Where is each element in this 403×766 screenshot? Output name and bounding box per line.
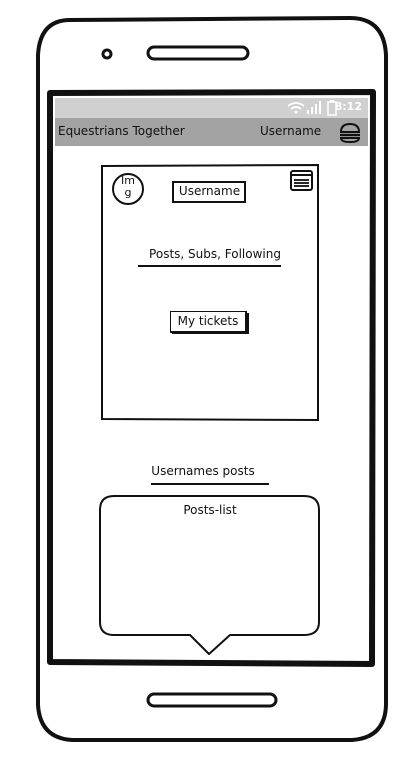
hamburger-icon[interactable] xyxy=(338,122,362,144)
posts-list-label: Posts-list xyxy=(183,503,237,517)
status-time: 8:12 xyxy=(334,100,362,113)
posts-heading: Usernames posts xyxy=(151,464,255,478)
header-username[interactable]: Username xyxy=(260,124,321,138)
avatar-label-line2: g xyxy=(124,186,132,199)
signal-icon xyxy=(307,101,321,114)
stats-underline xyxy=(138,265,281,267)
profile-stats: Posts, Subs, Following xyxy=(149,247,281,261)
avatar[interactable]: Im g xyxy=(112,173,144,205)
username-button-label: Username xyxy=(178,184,241,198)
posts-list[interactable]: Posts-list xyxy=(98,494,322,657)
my-tickets-button-label: My tickets xyxy=(177,314,239,328)
posts-heading-underline xyxy=(151,483,269,485)
profile-card: Im g Username Posts, Subs, Following My … xyxy=(101,164,319,421)
my-tickets-button[interactable]: My tickets xyxy=(170,311,250,335)
app-bar: Equestrians Together Username xyxy=(55,118,368,146)
avatar-label: Im g xyxy=(112,175,144,199)
posts-list-bubble xyxy=(99,495,320,655)
status-bar: 8:12 xyxy=(55,98,368,118)
card-menu-icon[interactable] xyxy=(290,170,314,192)
app-title: Equestrians Together xyxy=(58,124,185,138)
wifi-icon xyxy=(287,102,305,114)
username-button[interactable]: Username xyxy=(172,181,247,204)
